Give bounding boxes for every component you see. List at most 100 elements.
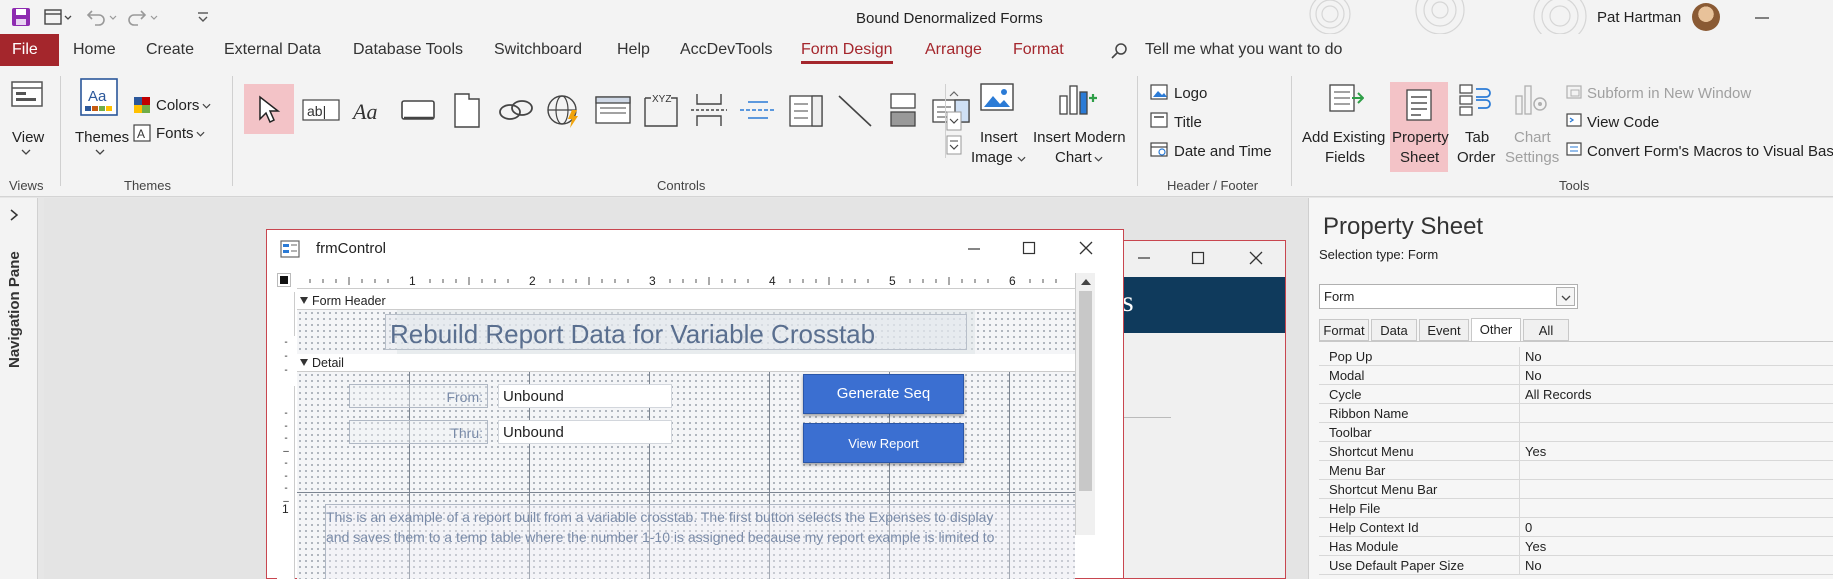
tab-arrange[interactable]: Arrange [925, 41, 982, 59]
convert-macros-button[interactable]: Convert Form's Macros to Visual Basic [1587, 142, 1833, 161]
title-button[interactable]: Title [1174, 113, 1202, 132]
minimize-icon[interactable] [967, 243, 981, 255]
page-break-icon[interactable] [687, 88, 731, 132]
view-code-icon[interactable] [1566, 113, 1582, 127]
select-form-box[interactable] [277, 273, 291, 287]
chevron-down-icon[interactable] [1556, 287, 1575, 306]
section-bar-detail[interactable]: Detail [297, 354, 1075, 372]
insert-chart-icon[interactable] [1057, 80, 1097, 116]
tab-other-props[interactable]: Other [1471, 318, 1521, 341]
view-button[interactable]: View [12, 128, 44, 147]
user-name[interactable]: Pat Hartman [1597, 9, 1681, 26]
list-box-icon[interactable] [784, 88, 828, 132]
tab-all-props[interactable]: All [1523, 319, 1569, 341]
web-browser-icon[interactable] [542, 88, 586, 132]
property-value[interactable]: No [1525, 349, 1542, 364]
combo-box-icon[interactable] [736, 88, 780, 132]
minimize-icon[interactable] [1137, 252, 1151, 264]
redo-icon[interactable] [125, 7, 159, 27]
logo-icon[interactable] [1150, 84, 1168, 100]
tab-switchboard[interactable]: Switchboard [494, 41, 582, 59]
form-view-icon[interactable] [44, 8, 72, 26]
property-row[interactable]: Ribbon Name [1319, 404, 1833, 423]
colors-icon[interactable] [133, 96, 151, 114]
tab-database-tools[interactable]: Database Tools [353, 41, 463, 59]
tab-data-props[interactable]: Data [1371, 319, 1417, 341]
section-bar-form-header[interactable]: Form Header [297, 292, 1075, 310]
maximize-icon[interactable] [1191, 251, 1205, 265]
toggle-button-icon[interactable] [881, 88, 925, 132]
select-tool[interactable] [244, 84, 294, 134]
from-textbox[interactable]: Unbound [498, 384, 672, 408]
date-time-button[interactable]: Date and Time [1174, 142, 1272, 161]
property-value[interactable]: No [1525, 368, 1542, 383]
label-icon[interactable]: Aa [347, 88, 391, 132]
close-icon[interactable] [1249, 251, 1263, 265]
property-row[interactable]: Menu Bar [1319, 461, 1833, 480]
tab-home[interactable]: Home [73, 41, 116, 59]
property-row[interactable]: Use Default Paper Size No [1319, 556, 1833, 575]
avatar[interactable] [1692, 3, 1720, 31]
tab-external-data[interactable]: External Data [224, 41, 321, 59]
property-row[interactable]: Shortcut Menu Yes [1319, 442, 1833, 461]
maximize-icon[interactable] [1022, 241, 1036, 255]
from-label[interactable]: From: [349, 384, 488, 408]
tab-event-props[interactable]: Event [1419, 319, 1469, 341]
thru-textbox[interactable]: Unbound [498, 420, 672, 444]
logo-button[interactable]: Logo [1174, 84, 1207, 103]
generate-seq-button[interactable]: Generate Seq [803, 374, 964, 414]
property-row[interactable]: Modal No [1319, 366, 1833, 385]
insert-chart-label-line2[interactable]: Chart [1055, 148, 1092, 167]
thru-label[interactable]: Thru: [349, 420, 488, 444]
save-icon[interactable] [11, 7, 31, 27]
date-time-icon[interactable] [1150, 141, 1168, 157]
description-label[interactable]: This is an example of a report built fro… [325, 504, 1075, 579]
fonts-button[interactable]: Fonts [156, 124, 194, 143]
form-header-section[interactable]: Rebuild Report Data for Variable Crossta… [297, 310, 1075, 354]
add-existing-fields-label-line2[interactable]: Fields [1325, 148, 1365, 167]
tab-form-design[interactable]: Form Design [801, 41, 893, 64]
button-icon[interactable] [396, 88, 440, 132]
tab-control-icon[interactable] [445, 88, 489, 132]
hyperlink-icon[interactable] [494, 88, 538, 132]
background-form-window[interactable]: s [1116, 240, 1286, 579]
convert-macros-icon[interactable] [1566, 142, 1582, 156]
colors-button[interactable]: Colors [156, 96, 199, 115]
property-value[interactable]: All Records [1525, 387, 1591, 402]
property-row[interactable]: Has Module Yes [1319, 537, 1833, 556]
property-row[interactable]: Help File [1319, 499, 1833, 518]
textbox-icon[interactable]: ab| [299, 88, 343, 132]
insert-image-label-line2[interactable]: Image [971, 148, 1013, 167]
insert-chart-label-line1[interactable]: Insert Modern [1033, 128, 1126, 147]
property-value[interactable]: 0 [1525, 520, 1532, 535]
option-group-icon[interactable]: XYZ [639, 88, 683, 132]
property-value[interactable]: Yes [1525, 444, 1546, 459]
header-title-label[interactable]: Rebuild Report Data for Variable Crossta… [385, 314, 967, 350]
add-existing-fields-icon[interactable] [1328, 82, 1364, 114]
tab-order-icon[interactable] [1458, 82, 1494, 116]
close-icon[interactable] [1079, 241, 1093, 255]
property-row[interactable]: Cycle All Records [1319, 385, 1833, 404]
property-sheet-button[interactable]: Property Sheet [1390, 82, 1449, 172]
property-value[interactable]: Yes [1525, 539, 1546, 554]
tab-format-props[interactable]: Format [1319, 319, 1369, 341]
line-icon[interactable] [833, 88, 877, 132]
fonts-icon[interactable]: A [133, 124, 151, 142]
property-row[interactable]: Toolbar [1319, 423, 1833, 442]
view-report-button[interactable]: View Report [803, 423, 964, 463]
form-design-window[interactable]: frmControl 1 2 3 4 5 6 --- - - - – - - - – [266, 229, 1124, 579]
property-row[interactable]: Shortcut Menu Bar [1319, 480, 1833, 499]
property-row[interactable]: Help Context Id 0 [1319, 518, 1833, 537]
detail-section[interactable]: From: Unbound Thru: Unbound Generate Seq… [297, 372, 1075, 579]
expand-chevron-icon[interactable] [8, 208, 20, 222]
insert-image-icon[interactable] [979, 80, 1015, 114]
minimize-icon[interactable] [1754, 11, 1770, 25]
add-existing-fields-label-line1[interactable]: Add Existing [1302, 128, 1385, 147]
undo-icon[interactable] [84, 7, 118, 27]
tab-help[interactable]: Help [617, 41, 650, 59]
tab-file[interactable]: File [0, 34, 59, 66]
title-icon[interactable] [1150, 112, 1168, 128]
navigation-pane[interactable]: Navigation Pane [0, 198, 38, 579]
view-code-button[interactable]: View Code [1587, 113, 1659, 132]
customize-toolbar-icon[interactable] [196, 10, 210, 24]
